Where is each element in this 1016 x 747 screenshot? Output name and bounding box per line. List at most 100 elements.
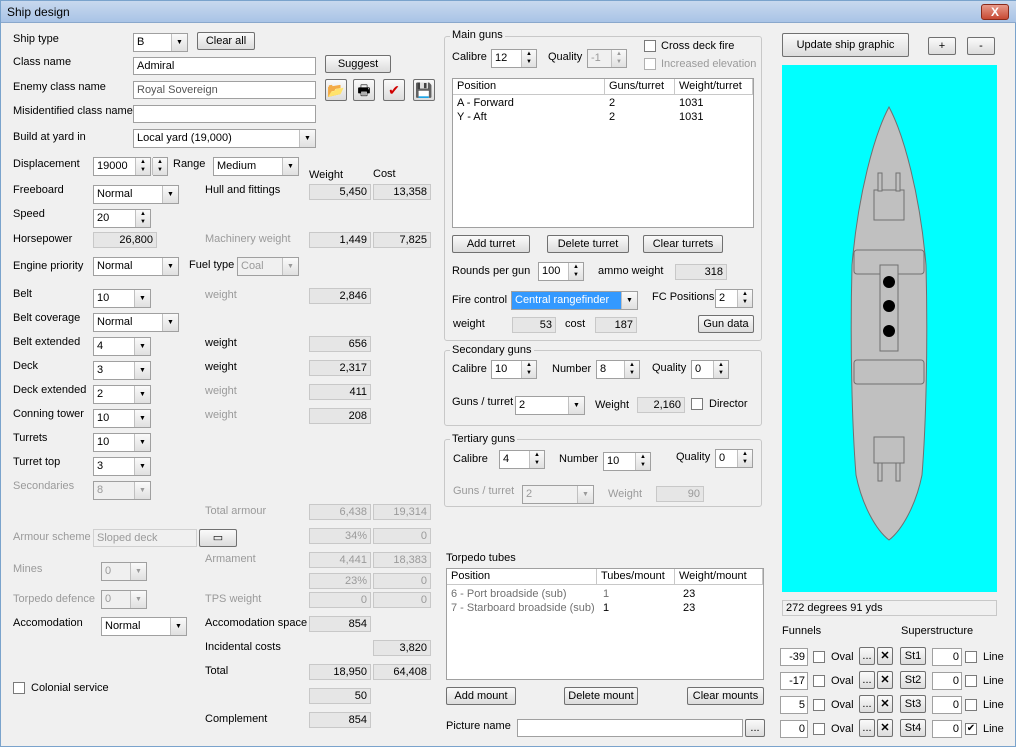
displacement-spinner[interactable]: 19000 ▲ ▼ bbox=[93, 157, 151, 176]
secondaries-select[interactable]: 8 ▼ bbox=[93, 481, 151, 500]
spin-arrows-icon[interactable]: ▲ ▼ bbox=[737, 290, 752, 307]
close-button[interactable]: X bbox=[981, 4, 1009, 20]
line-checkbox-2[interactable] bbox=[965, 675, 977, 687]
funnel-edit-button-1[interactable]: ... bbox=[859, 647, 875, 665]
spin-arrows-icon[interactable]: ▲ ▼ bbox=[611, 50, 626, 67]
superstructure-value-3[interactable]: 0 bbox=[932, 696, 962, 714]
cross-deck-checkbox[interactable] bbox=[644, 40, 656, 52]
displacement-step-spinner[interactable]: ▲ ▼ bbox=[152, 157, 168, 176]
delete-mount-button[interactable]: Delete mount bbox=[564, 687, 638, 705]
close-icon[interactable]: ✕ bbox=[877, 647, 893, 665]
conning-tower-select[interactable]: 10 ▼ bbox=[93, 409, 151, 428]
funnel-oval-checkbox-3[interactable] bbox=[813, 699, 825, 711]
turret-row-position[interactable]: Y - Aft bbox=[457, 111, 487, 123]
fire-control-select[interactable]: Central rangefinder ▼ bbox=[511, 291, 638, 310]
line-checkbox-4[interactable]: ✔ bbox=[965, 723, 977, 735]
add-mount-button[interactable]: Add mount bbox=[446, 687, 516, 705]
save-icon[interactable]: 💾 bbox=[413, 79, 435, 101]
funnel-edit-button-4[interactable]: ... bbox=[859, 719, 875, 737]
increased-elev-checkbox[interactable] bbox=[644, 58, 656, 70]
main-calibre-spinner[interactable]: 12 ▲ ▼ bbox=[491, 49, 537, 68]
tertiary-number-spinner[interactable]: 10 ▲ ▼ bbox=[603, 452, 651, 471]
secondary-quality-spinner[interactable]: 0 ▲ ▼ bbox=[691, 360, 729, 379]
deck-extended-select[interactable]: 2 ▼ bbox=[93, 385, 151, 404]
update-graphic-button[interactable]: Update ship graphic bbox=[782, 33, 909, 57]
colonial-checkbox[interactable] bbox=[13, 682, 25, 694]
torpedo-list[interactable]: Position Tubes/mount Weight/mount 6 - Po… bbox=[446, 568, 764, 680]
funnel-offset-2[interactable]: -17 bbox=[780, 672, 808, 690]
st1-button[interactable]: St1 bbox=[900, 647, 926, 665]
spin-arrows-icon[interactable]: ▲ ▼ bbox=[624, 361, 639, 378]
tertiary-guns-turret-select[interactable]: 2 ▼ bbox=[522, 485, 594, 504]
secondary-calibre-spinner[interactable]: 10 ▲ ▼ bbox=[491, 360, 537, 379]
col-header-weight-turret[interactable]: Weight/turret bbox=[675, 79, 753, 95]
engine-priority-select[interactable]: Normal ▼ bbox=[93, 257, 179, 276]
spin-arrows-icon[interactable]: ▲ ▼ bbox=[521, 50, 536, 67]
torpedo-defence-select[interactable]: 0 ▼ bbox=[101, 590, 147, 609]
col-header-guns-turret[interactable]: Guns/turret bbox=[605, 79, 675, 95]
spin-arrows-icon[interactable]: ▲ ▼ bbox=[635, 453, 650, 470]
zoom-out-button[interactable]: - bbox=[967, 37, 995, 55]
open-folder-icon[interactable]: 📂 bbox=[325, 79, 347, 101]
torpedo-row-position[interactable]: 7 - Starboard broadside (sub) bbox=[451, 602, 595, 614]
belt-extended-select[interactable]: 4 ▼ bbox=[93, 337, 151, 356]
st2-button[interactable]: St2 bbox=[900, 671, 926, 689]
line-checkbox-3[interactable] bbox=[965, 699, 977, 711]
torpedo-row-position[interactable]: 6 - Port broadside (sub) bbox=[451, 588, 567, 600]
picture-name-input[interactable] bbox=[517, 719, 743, 737]
close-icon[interactable]: ✕ bbox=[877, 671, 893, 689]
funnel-oval-checkbox-1[interactable] bbox=[813, 651, 825, 663]
clear-all-button[interactable]: Clear all bbox=[197, 32, 255, 50]
build-at-select[interactable]: Local yard (19,000) ▼ bbox=[133, 129, 316, 148]
clear-turrets-button[interactable]: Clear turrets bbox=[643, 235, 723, 253]
funnel-edit-button-2[interactable]: ... bbox=[859, 671, 875, 689]
tertiary-quality-spinner[interactable]: 0 ▲ ▼ bbox=[715, 449, 753, 468]
belt-coverage-select[interactable]: Normal ▼ bbox=[93, 313, 179, 332]
funnel-offset-1[interactable]: -39 bbox=[780, 648, 808, 666]
turret-row-position[interactable]: A - Forward bbox=[457, 97, 514, 109]
suggest-button[interactable]: Suggest bbox=[325, 55, 391, 73]
clear-mounts-button[interactable]: Clear mounts bbox=[687, 687, 764, 705]
add-turret-button[interactable]: Add turret bbox=[452, 235, 530, 253]
turrets-select[interactable]: 10 ▼ bbox=[93, 433, 151, 452]
tertiary-calibre-spinner[interactable]: 4 ▲ ▼ bbox=[499, 450, 545, 469]
secondary-guns-turret-select[interactable]: 2 ▼ bbox=[515, 396, 585, 415]
st4-button[interactable]: St4 bbox=[900, 719, 926, 737]
close-icon[interactable]: ✕ bbox=[877, 719, 893, 737]
class-name-input[interactable]: Admiral bbox=[133, 57, 316, 75]
ship-graphic-canvas[interactable] bbox=[782, 65, 997, 592]
rounds-spinner[interactable]: 100 ▲ ▼ bbox=[538, 262, 584, 281]
gun-data-button[interactable]: Gun data bbox=[698, 315, 754, 333]
funnel-oval-checkbox-4[interactable] bbox=[813, 723, 825, 735]
speed-spinner[interactable]: 20 ▲ ▼ bbox=[93, 209, 151, 228]
accomodation-select[interactable]: Normal ▼ bbox=[101, 617, 187, 636]
close-icon[interactable]: ✕ bbox=[877, 695, 893, 713]
print-icon[interactable]: 🖶 bbox=[353, 79, 375, 101]
funnel-edit-button-3[interactable]: ... bbox=[859, 695, 875, 713]
superstructure-value-2[interactable]: 0 bbox=[932, 672, 962, 690]
spin-arrows-icon[interactable]: ▲ ▼ bbox=[135, 210, 150, 227]
funnel-offset-4[interactable]: 0 bbox=[780, 720, 808, 738]
spin-arrows-icon[interactable]: ▲ ▼ bbox=[521, 361, 536, 378]
spin-arrows-icon[interactable]: ▲ ▼ bbox=[135, 158, 150, 175]
fc-positions-spinner[interactable]: 2 ▲ ▼ bbox=[715, 289, 753, 308]
main-turrets-list[interactable]: Position Guns/turret Weight/turret A - F… bbox=[452, 78, 754, 228]
col-header-position[interactable]: Position bbox=[447, 569, 597, 585]
fuel-type-select[interactable]: Coal ▼ bbox=[237, 257, 299, 276]
misidentified-input[interactable] bbox=[133, 105, 316, 123]
spin-arrows-icon[interactable]: ▲ ▼ bbox=[713, 361, 728, 378]
enemy-class-input[interactable]: Royal Sovereign bbox=[133, 81, 316, 99]
spin-arrows-icon[interactable]: ▲ ▼ bbox=[152, 158, 167, 175]
turret-top-select[interactable]: 3 ▼ bbox=[93, 457, 151, 476]
belt-select[interactable]: 10 ▼ bbox=[93, 289, 151, 308]
delete-turret-button[interactable]: Delete turret bbox=[547, 235, 629, 253]
mines-select[interactable]: 0 ▼ bbox=[101, 562, 147, 581]
browse-button[interactable]: ... bbox=[745, 719, 765, 737]
armour-scheme-button[interactable]: ▭ bbox=[199, 529, 237, 547]
spin-arrows-icon[interactable]: ▲ ▼ bbox=[737, 450, 752, 467]
st3-button[interactable]: St3 bbox=[900, 695, 926, 713]
spin-arrows-icon[interactable]: ▲ ▼ bbox=[568, 263, 583, 280]
line-checkbox-1[interactable] bbox=[965, 651, 977, 663]
main-quality-spinner[interactable]: -1 ▲ ▼ bbox=[587, 49, 627, 68]
col-header-position[interactable]: Position bbox=[453, 79, 605, 95]
